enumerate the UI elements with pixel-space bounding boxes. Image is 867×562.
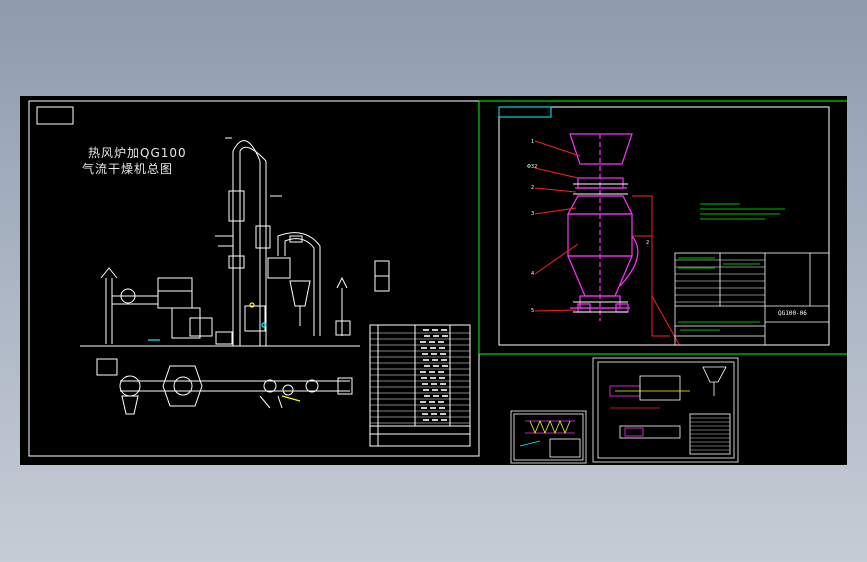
- right-title-green: [678, 257, 760, 331]
- left-table-rows: [370, 332, 470, 424]
- plan-view: [96, 358, 353, 415]
- svg-text:2: 2: [531, 185, 534, 191]
- leader-lines: [534, 140, 681, 347]
- left-accents: [148, 302, 301, 402]
- svg-text:1: 1: [531, 139, 534, 145]
- dryer-body: [566, 133, 639, 321]
- svg-text:3: 3: [531, 211, 534, 217]
- cyclone-separator: [267, 232, 321, 336]
- induced-draft-fan: [335, 276, 351, 336]
- left-parts-table: [369, 324, 471, 447]
- svg-text:4: 4: [531, 271, 534, 277]
- svg-text:2: 2: [646, 240, 649, 246]
- drawing-title-line1: 热风炉加QG100: [88, 146, 187, 160]
- dryer-tower: [215, 137, 282, 346]
- svg-text:5: 5: [531, 308, 534, 314]
- hot-air-furnace: [157, 277, 266, 345]
- feeder-sheet: [592, 357, 739, 463]
- technical-notes: [700, 203, 785, 220]
- cad-drawing-canvas[interactable]: 1 Φ32 2 3 4 5 2 热风炉加QG100 气流干燥机总图 QG100-…: [20, 96, 847, 465]
- item-numbers: 1 Φ32 2 3 4 5 2: [527, 139, 649, 314]
- exhaust-chimney: [100, 267, 158, 344]
- left-sheet-corner-box: [36, 106, 74, 125]
- part-code-label: QG100-06: [778, 310, 807, 317]
- svg-text:Φ32: Φ32: [527, 164, 537, 170]
- drawing-title-line2: 气流干燥机总图: [82, 162, 174, 176]
- screw-conveyor-sheet: [510, 410, 587, 464]
- feeder-table-rows: [690, 417, 730, 451]
